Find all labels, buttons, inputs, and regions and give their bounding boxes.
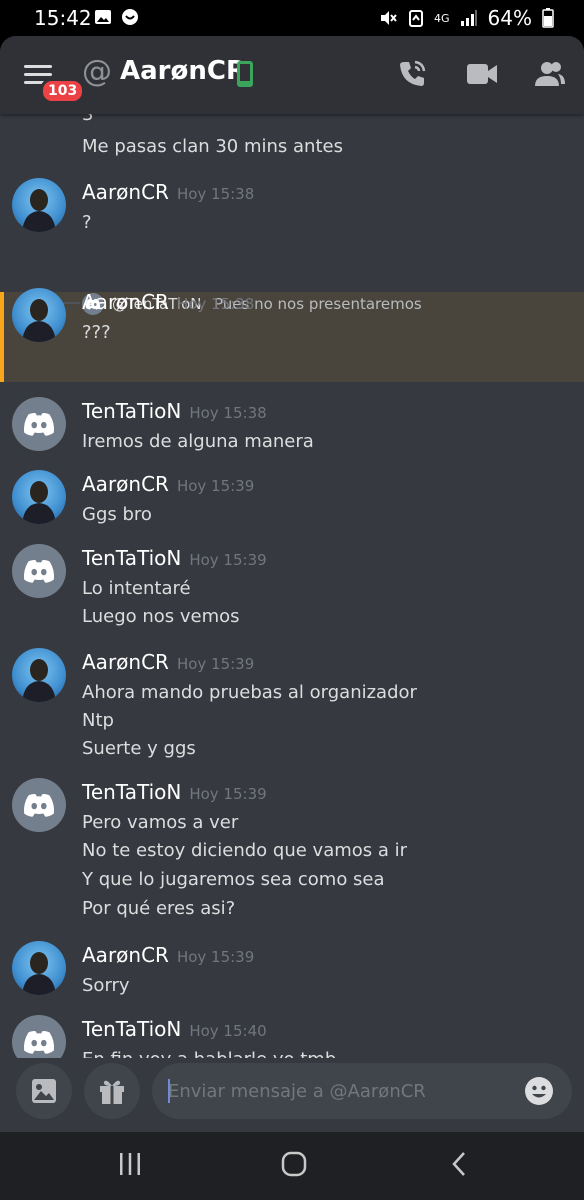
status-bar: 15:42 4G 64% xyxy=(0,0,584,36)
network-type: 4G xyxy=(434,11,450,25)
battery-level: 64% xyxy=(487,6,532,30)
at-icon: @ xyxy=(82,54,112,89)
avatar[interactable] xyxy=(12,470,66,524)
message-line: Y que lo jugaremos sea como sea xyxy=(82,869,385,890)
signal-icon xyxy=(460,10,477,26)
message-timestamp: Hoy 15:39 xyxy=(176,477,255,495)
message-timestamp: Hoy 15:38 xyxy=(176,185,255,203)
message-author[interactable]: TenTaTioN Hoy 15:38 xyxy=(82,399,267,423)
message-author[interactable]: TenTaTioN Hoy 15:40 xyxy=(82,1017,267,1041)
gallery-notification-icon xyxy=(95,10,111,24)
discord-logo-icon xyxy=(23,794,55,817)
gift-icon xyxy=(100,1080,124,1104)
image-icon xyxy=(32,1079,56,1103)
message-line: Luego nos vemos xyxy=(82,606,240,627)
avatar[interactable] xyxy=(12,778,66,832)
message-line: Sorry xyxy=(82,975,130,996)
message-input-container[interactable] xyxy=(152,1063,572,1119)
avatar[interactable] xyxy=(12,941,66,995)
gift-button[interactable] xyxy=(84,1063,140,1119)
message-line: Ggs bro xyxy=(82,504,152,525)
menu-icon xyxy=(24,65,52,68)
message-author[interactable]: AarønCR Hoy 15:38 xyxy=(82,180,254,204)
system-nav-bar xyxy=(0,1132,584,1200)
mobile-phone-icon xyxy=(237,61,253,87)
message-timestamp: Hoy 15:39 xyxy=(189,785,267,803)
message-line: Suerte y ggs xyxy=(82,738,196,759)
message-author[interactable]: TenTaTioN Hoy 15:39 xyxy=(82,780,267,804)
message-author[interactable]: AarønCR Hoy 15:38 xyxy=(82,290,254,314)
message-timestamp: Hoy 15:39 xyxy=(176,655,255,673)
avatar[interactable] xyxy=(12,178,66,232)
message-timestamp: Hoy 15:39 xyxy=(189,551,267,569)
data-saver-icon xyxy=(409,10,424,27)
emoji-icon[interactable] xyxy=(524,1076,554,1106)
message-input[interactable] xyxy=(168,1075,508,1107)
user-avatar-image xyxy=(22,952,56,995)
message-line: Me pasas clan 30 mins antes xyxy=(82,136,343,157)
message-line: 3^ xyxy=(82,114,109,125)
image-button[interactable] xyxy=(16,1063,72,1119)
text-caret xyxy=(168,1079,170,1103)
avatar[interactable] xyxy=(12,397,66,451)
avatar[interactable] xyxy=(12,544,66,598)
user-avatar-image xyxy=(22,189,56,232)
app-notification-icon xyxy=(122,9,138,25)
channel-header: 103 @ AarønCR xyxy=(0,36,584,114)
message-timestamp: Hoy 15:40 xyxy=(189,1022,267,1040)
status-time: 15:42 xyxy=(34,6,92,30)
user-avatar-image xyxy=(22,481,56,524)
user-avatar-image xyxy=(22,299,56,342)
message-line: ? xyxy=(82,212,92,233)
discord-logo-icon xyxy=(23,413,55,436)
message-timestamp: Hoy 15:38 xyxy=(189,404,267,422)
back-icon[interactable] xyxy=(446,1150,474,1178)
message-list[interactable]: 3^ Me pasas clan 30 mins antes AarønCR Ho… xyxy=(0,114,584,1058)
avatar[interactable] xyxy=(12,1015,66,1058)
avatar[interactable] xyxy=(12,288,66,342)
message-author[interactable]: AarønCR Hoy 15:39 xyxy=(82,472,254,496)
avatar[interactable] xyxy=(12,648,66,702)
home-icon[interactable] xyxy=(280,1150,308,1178)
message-line: Iremos de alguna manera xyxy=(82,431,314,452)
members-icon[interactable] xyxy=(534,60,566,88)
message-line: Lo intentaré xyxy=(82,578,191,599)
message-line: Ntp xyxy=(82,710,114,731)
dm-screen: 103 @ AarønCR 3^ Me pasas clan 30 mins a… xyxy=(0,36,584,1132)
user-avatar-image xyxy=(22,659,56,702)
message-author[interactable]: TenTaTioN Hoy 15:39 xyxy=(82,546,267,570)
page-title: AarønCR xyxy=(120,56,246,86)
message-line: En fin voy a hablarle yo tmb xyxy=(82,1049,336,1058)
message-timestamp: Hoy 15:38 xyxy=(176,295,255,313)
message-line: Pero vamos a ver xyxy=(82,812,239,833)
battery-icon xyxy=(542,8,554,28)
recent-apps-icon[interactable] xyxy=(116,1150,144,1178)
call-icon[interactable] xyxy=(396,58,428,90)
message-timestamp: Hoy 15:39 xyxy=(176,948,255,966)
message-line: Por qué eres asi? xyxy=(82,898,236,919)
message-line: No te estoy diciendo que vamos a ir xyxy=(82,840,408,861)
message-line: Ahora mando pruebas al organizador xyxy=(82,682,417,703)
mute-icon xyxy=(381,11,397,25)
message-line: ??? xyxy=(82,322,111,343)
video-icon[interactable] xyxy=(466,62,498,86)
status-right: 4G 64% xyxy=(378,6,554,30)
message-author[interactable]: AarønCR Hoy 15:39 xyxy=(82,943,254,967)
message-author[interactable]: AarønCR Hoy 15:39 xyxy=(82,650,254,674)
discord-logo-icon xyxy=(23,560,55,583)
unread-badge: 103 xyxy=(40,78,86,104)
composer xyxy=(0,1058,584,1132)
discord-logo-icon xyxy=(23,1031,55,1054)
